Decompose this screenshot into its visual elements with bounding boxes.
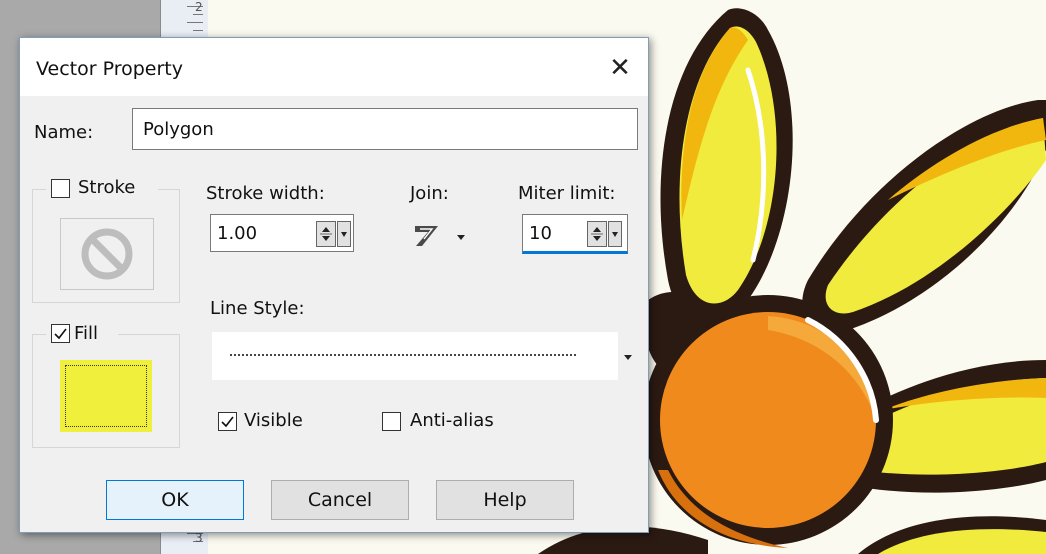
miter-limit-label: Miter limit: [518, 183, 616, 204]
stroke-preview[interactable] [60, 218, 154, 290]
ruler-label: 2 [195, 0, 203, 14]
fill-checkbox[interactable] [51, 324, 70, 343]
vector-property-dialog: Vector Property ✕ Name: Stroke Fill Stro… [19, 37, 649, 533]
close-icon[interactable]: ✕ [598, 48, 642, 88]
stroke-width-spinner[interactable] [316, 221, 352, 247]
line-style-preview [230, 354, 576, 356]
fill-color-swatch[interactable] [60, 360, 152, 432]
petal-top [660, 8, 793, 321]
name-label: Name: [34, 122, 94, 143]
stroke-checkbox[interactable] [51, 179, 70, 198]
miter-limit-spinner[interactable] [587, 221, 623, 247]
join-dropdown[interactable] [412, 220, 472, 252]
line-style-dropdown[interactable] [212, 332, 618, 380]
ruler-label: 3 [195, 531, 203, 545]
line-style-label: Line Style: [210, 298, 305, 319]
dialog-titlebar: Vector Property ✕ [20, 38, 648, 96]
name-input[interactable] [132, 108, 638, 150]
visible-label: Visible [244, 410, 303, 431]
petal-upper-right [802, 100, 1046, 332]
triangle-down-icon[interactable] [621, 350, 635, 364]
dialog-title: Vector Property [36, 58, 183, 80]
ok-button[interactable]: OK [106, 480, 244, 520]
triangle-down-icon [457, 235, 465, 240]
cancel-button[interactable]: Cancel [271, 480, 409, 520]
help-button[interactable]: Help [436, 480, 574, 520]
anti-alias-label: Anti-alias [410, 410, 494, 431]
visible-checkbox[interactable] [218, 412, 237, 431]
fill-label: Fill [74, 323, 99, 344]
stroke-width-label: Stroke width: [206, 183, 325, 204]
no-symbol-icon [81, 228, 133, 280]
join-label: Join: [410, 183, 449, 204]
stroke-label: Stroke [78, 177, 136, 198]
anti-alias-checkbox[interactable] [382, 412, 401, 431]
miter-join-icon [415, 226, 438, 246]
flower-center [643, 295, 893, 548]
